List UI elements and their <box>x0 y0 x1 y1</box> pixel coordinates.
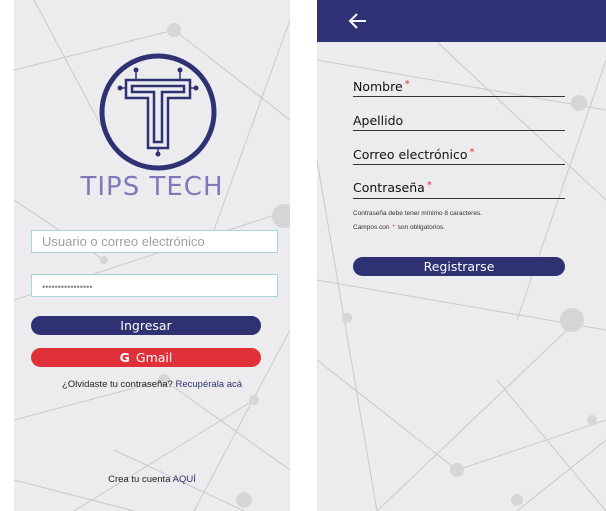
username-placeholder: Usuario o correo electrónico <box>42 234 205 249</box>
password-input[interactable]: •••••••••••••••• <box>31 274 278 297</box>
recover-link[interactable]: Recupérala acá <box>176 379 243 390</box>
required-hint-before: Campos con <box>353 224 390 231</box>
nombre-label: Nombre <box>353 79 403 94</box>
tips-tech-logo <box>96 50 220 174</box>
forgot-text: ¿Olvidaste tu contraseña? <box>61 379 173 390</box>
brand-name: TIPS TECH <box>80 172 224 202</box>
password-hint: Contraseña debe tener mínimo 8 caractere… <box>353 210 482 217</box>
password-mask: •••••••••••••••• <box>42 282 93 292</box>
gmail-button[interactable]: G Gmail <box>31 348 261 367</box>
create-account-link[interactable]: AQUÍ <box>173 474 196 485</box>
register-button[interactable]: Registrarse <box>353 257 565 276</box>
gmail-button-label: Gmail <box>135 350 173 365</box>
login-button[interactable]: Ingresar <box>31 316 261 335</box>
correo-label: Correo electrónico <box>353 147 468 162</box>
username-input[interactable]: Usuario o correo electrónico <box>31 230 278 253</box>
apellido-underline <box>353 130 565 131</box>
forgot-password: ¿Olvidaste tu contraseña? Recupérala acá <box>14 379 290 390</box>
create-text: Crea tu cuenta <box>108 474 171 485</box>
required-hint-mark: * <box>392 224 395 231</box>
required-hint-after: son obligatorios. <box>397 224 445 231</box>
register-screen: Nombre * Apellido Correo electrónico * Con… <box>317 0 606 511</box>
arrow-left-icon[interactable] <box>347 10 369 32</box>
required-mark: * <box>404 79 410 90</box>
apellido-label: Apellido <box>353 113 404 128</box>
correo-underline <box>353 164 565 165</box>
create-account: Crea tu cuenta AQUÍ <box>14 474 290 485</box>
login-button-label: Ingresar <box>120 318 172 333</box>
correo-field[interactable]: Correo electrónico * <box>353 147 475 162</box>
apellido-field[interactable]: Apellido <box>353 113 403 128</box>
contrasena-label: Contraseña <box>353 180 425 195</box>
required-mark: * <box>426 180 432 191</box>
google-icon: G <box>119 350 130 365</box>
login-screen: TIPS TECH Usuario o correo electrónico •… <box>14 0 290 511</box>
contrasena-underline <box>353 198 565 199</box>
network-background <box>317 41 606 511</box>
app-bar <box>317 0 606 42</box>
contrasena-field[interactable]: Contraseña * <box>353 180 432 195</box>
nombre-field[interactable]: Nombre * <box>353 79 410 94</box>
register-button-label: Registrarse <box>423 259 495 274</box>
nombre-underline <box>353 96 565 97</box>
required-hint: Campos con * son obligatorios. <box>353 224 445 231</box>
required-mark: * <box>469 147 475 158</box>
